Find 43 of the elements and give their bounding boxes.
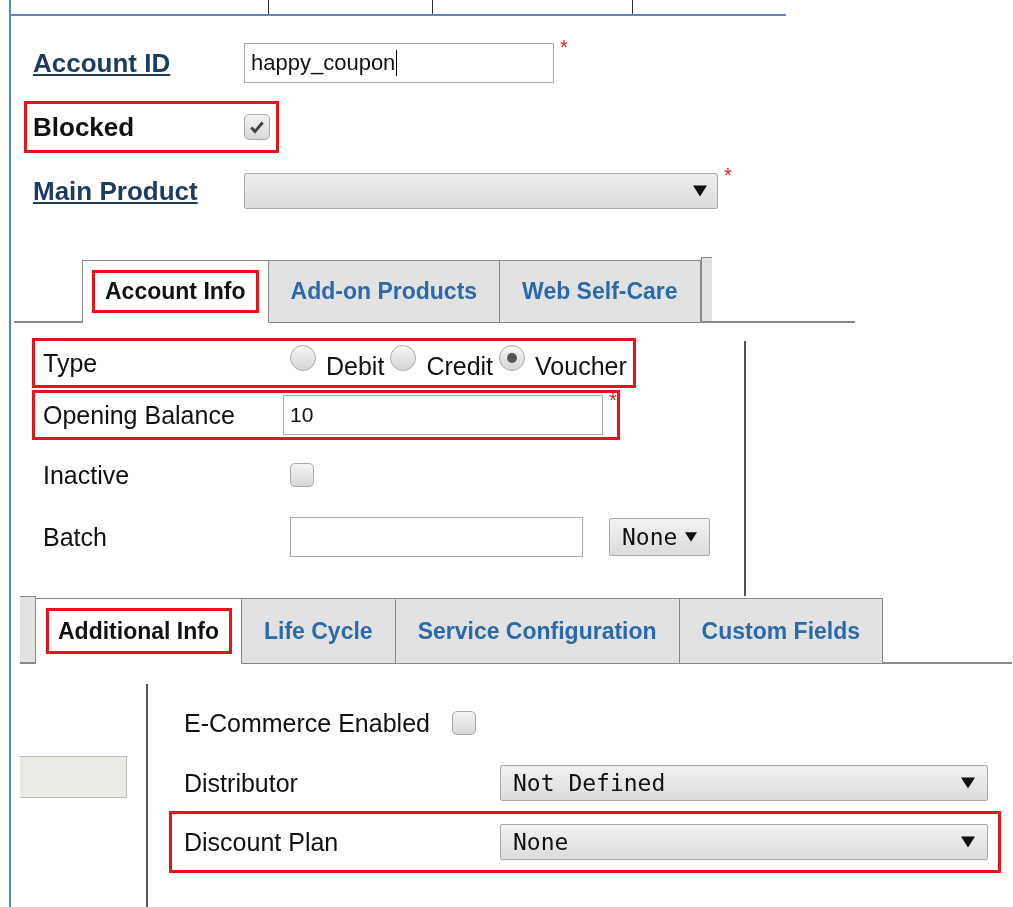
caret-down-icon xyxy=(961,835,975,849)
checkbox[interactable] xyxy=(290,463,314,487)
tab[interactable]: Web Self-Care xyxy=(500,260,701,323)
input-field[interactable]: 10 xyxy=(283,395,603,435)
input-field[interactable]: happy_coupon xyxy=(244,43,554,83)
input-field[interactable] xyxy=(20,756,127,798)
tab[interactable] xyxy=(700,257,712,321)
field-label: Discount Plan xyxy=(184,827,340,857)
tab[interactable]: Custom Fields xyxy=(679,598,884,664)
input-field[interactable] xyxy=(290,517,583,557)
field-label: Batch xyxy=(42,522,108,552)
radio-label: Debit xyxy=(326,351,385,381)
field-label: Type xyxy=(42,348,99,378)
caret-down-icon xyxy=(685,531,698,543)
field-label: Blocked xyxy=(33,111,136,143)
checkbox[interactable] xyxy=(451,711,476,735)
tab[interactable]: Additional Info xyxy=(36,598,242,664)
tab[interactable]: Add-on Products xyxy=(268,260,501,323)
caret-down-icon xyxy=(693,184,707,198)
required-asterisk: * xyxy=(609,389,617,412)
caret-down-icon xyxy=(961,776,975,790)
required-asterisk: * xyxy=(560,36,568,59)
field-label: Inactive xyxy=(42,460,131,490)
dropdown[interactable]: None xyxy=(500,824,988,860)
field-label: Opening Balance xyxy=(42,400,236,430)
field-label: E-Commerce Enabled xyxy=(184,708,430,738)
field-label: Distributor xyxy=(184,768,299,798)
radio-button[interactable] xyxy=(499,345,526,371)
radio-label: Credit xyxy=(426,351,494,381)
tab[interactable]: Service Configuration xyxy=(395,598,680,664)
field-label[interactable]: Account ID xyxy=(33,47,244,79)
tab[interactable]: Life Cycle xyxy=(241,598,396,664)
field-label[interactable]: Main Product xyxy=(33,175,244,207)
dropdown[interactable]: Not Defined xyxy=(500,765,988,801)
tab[interactable] xyxy=(20,596,36,662)
dropdown[interactable]: None xyxy=(609,518,711,556)
checkbox[interactable] xyxy=(244,114,270,140)
radio-label: Voucher xyxy=(535,351,627,381)
required-asterisk: * xyxy=(724,164,732,187)
radio-button[interactable] xyxy=(390,345,417,371)
tab[interactable]: Account Info xyxy=(82,260,269,323)
dropdown[interactable] xyxy=(244,173,718,209)
radio-button[interactable] xyxy=(290,345,316,371)
